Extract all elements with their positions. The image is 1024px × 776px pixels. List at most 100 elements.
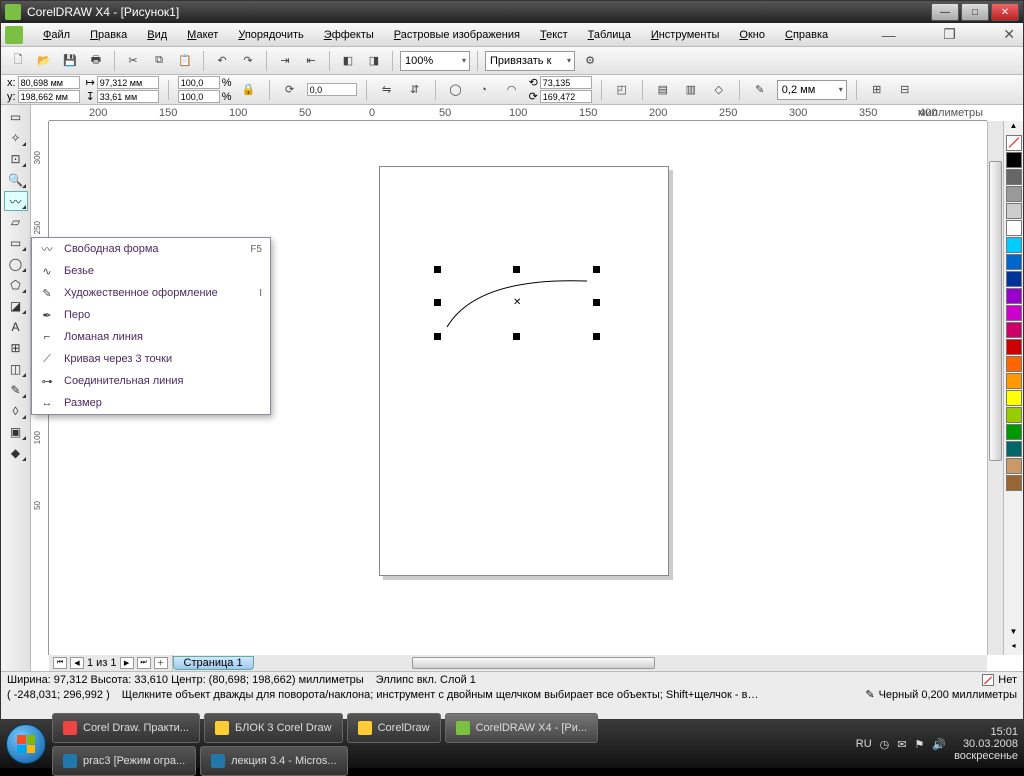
tray-icon3[interactable]: ⚑ bbox=[914, 738, 924, 751]
task-3[interactable]: CorelDraw bbox=[347, 713, 441, 743]
task-5[interactable]: prac3 [Режим огра... bbox=[52, 746, 196, 776]
crop-tool[interactable]: ⊡ bbox=[4, 149, 28, 169]
angle-input[interactable]: 0,0 bbox=[307, 83, 357, 96]
save-button[interactable]: 💾 bbox=[59, 50, 81, 72]
flyout-item-3[interactable]: ✒Перо bbox=[32, 304, 270, 326]
task-2[interactable]: БЛОК 3 Corel Draw bbox=[204, 713, 343, 743]
selection[interactable]: ✕ bbox=[437, 269, 597, 337]
extra1-button[interactable]: ⊞ bbox=[866, 79, 888, 101]
launch-button[interactable]: ◧ bbox=[337, 50, 359, 72]
arc-end-input[interactable]: 169,472 bbox=[540, 90, 592, 103]
swatch-10[interactable] bbox=[1006, 322, 1022, 338]
task-1[interactable]: Corel Draw. Практи... bbox=[52, 713, 200, 743]
outline-width-combo[interactable]: 0,2 мм bbox=[777, 80, 847, 100]
swatch-7[interactable] bbox=[1006, 271, 1022, 287]
swatch-9[interactable] bbox=[1006, 305, 1022, 321]
tray-icon2[interactable]: ✉ bbox=[897, 738, 906, 751]
x-input[interactable]: 80,698 мм bbox=[18, 76, 80, 89]
print-button[interactable]: 🖶 bbox=[85, 50, 107, 72]
swatch-15[interactable] bbox=[1006, 407, 1022, 423]
arc-start-input[interactable]: 73,135 bbox=[540, 76, 592, 89]
page-tab[interactable]: Страница 1 bbox=[173, 656, 254, 670]
swatch-2[interactable] bbox=[1006, 186, 1022, 202]
palette-down[interactable]: ▼ bbox=[1004, 627, 1023, 641]
task-6[interactable]: лекция 3.4 - Micros... bbox=[200, 746, 347, 776]
mirror-v-button[interactable]: ⇵ bbox=[404, 79, 426, 101]
swatch-0[interactable] bbox=[1006, 152, 1022, 168]
rectangle-tool[interactable]: ▭ bbox=[4, 233, 28, 253]
menu-window[interactable]: Окно bbox=[729, 26, 775, 44]
flyout-item-2[interactable]: ✎Художественное оформлениеI bbox=[32, 282, 270, 304]
ellipse-button[interactable]: ◯ bbox=[445, 79, 467, 101]
clock[interactable]: 15:01 30.03.2008 воскресенье bbox=[954, 726, 1018, 762]
swatch-5[interactable] bbox=[1006, 237, 1022, 253]
menu-edit[interactable]: Правка bbox=[80, 26, 137, 44]
menu-view[interactable]: Вид bbox=[137, 26, 177, 44]
mdi-restore[interactable]: ❐ bbox=[939, 26, 960, 43]
mdi-minimize[interactable]: — bbox=[878, 27, 900, 43]
flyout-item-4[interactable]: ⌐Ломаная линия bbox=[32, 326, 270, 348]
swatch-none[interactable] bbox=[1006, 135, 1022, 151]
zoom-tool[interactable]: 🔍 bbox=[4, 170, 28, 190]
swatch-4[interactable] bbox=[1006, 220, 1022, 236]
palette-up[interactable]: ▲ bbox=[1004, 121, 1023, 135]
swatch-8[interactable] bbox=[1006, 288, 1022, 304]
table-tool[interactable]: ⊞ bbox=[4, 338, 28, 358]
smart-fill-tool[interactable]: ▱ bbox=[4, 212, 28, 232]
swatch-18[interactable] bbox=[1006, 458, 1022, 474]
swatch-11[interactable] bbox=[1006, 339, 1022, 355]
open-button[interactable]: 📂 bbox=[33, 50, 55, 72]
menu-effects[interactable]: Эффекты bbox=[314, 26, 384, 44]
interactive-tool[interactable]: ◫ bbox=[4, 359, 28, 379]
ruler-horizontal[interactable]: 200 150 100 50 0 50 100 150 200 250 300 … bbox=[49, 105, 987, 121]
convert-button[interactable]: ◇ bbox=[708, 79, 730, 101]
freehand-tool[interactable]: 〰 bbox=[4, 191, 28, 211]
tray-volume-icon[interactable]: 🔊 bbox=[932, 738, 946, 751]
menu-layout[interactable]: Макет bbox=[177, 26, 228, 44]
start-button[interactable] bbox=[6, 724, 46, 764]
handle-tc[interactable] bbox=[513, 266, 520, 273]
ellipse-tool[interactable]: ◯ bbox=[4, 254, 28, 274]
flyout-item-0[interactable]: 〰Свободная формаF5 bbox=[32, 238, 270, 260]
swatch-12[interactable] bbox=[1006, 356, 1022, 372]
swatch-3[interactable] bbox=[1006, 203, 1022, 219]
handle-tl[interactable] bbox=[434, 266, 441, 273]
h-input[interactable]: 33,61 мм bbox=[97, 90, 159, 103]
page-first[interactable]: ⏮ bbox=[53, 657, 67, 669]
page-last[interactable]: ⏭ bbox=[137, 657, 151, 669]
text-tool[interactable]: A bbox=[4, 317, 28, 337]
handle-tr[interactable] bbox=[593, 266, 600, 273]
menu-text[interactable]: Текст bbox=[530, 26, 578, 44]
center-marker[interactable]: ✕ bbox=[513, 297, 521, 308]
pick-tool[interactable]: ▭ bbox=[4, 107, 28, 127]
vscroll-thumb[interactable] bbox=[989, 161, 1002, 461]
scaley-input[interactable]: 100,0 bbox=[178, 90, 220, 103]
page-add[interactable]: ＋ bbox=[154, 657, 168, 669]
handle-bl[interactable] bbox=[434, 333, 441, 340]
eyedropper-tool[interactable]: ✎ bbox=[4, 380, 28, 400]
export-button[interactable]: ⇤ bbox=[300, 50, 322, 72]
mirror-h-button[interactable]: ⇋ bbox=[376, 79, 398, 101]
handle-bc[interactable] bbox=[513, 333, 520, 340]
menu-table[interactable]: Таблица bbox=[578, 26, 641, 44]
menu-arrange[interactable]: Упорядочить bbox=[228, 26, 313, 44]
swatch-17[interactable] bbox=[1006, 441, 1022, 457]
menu-file[interactable]: Файл bbox=[33, 26, 80, 44]
redo-button[interactable]: ↷ bbox=[237, 50, 259, 72]
swatch-1[interactable] bbox=[1006, 169, 1022, 185]
wrap-button[interactable]: ◰ bbox=[611, 79, 633, 101]
shape-tool[interactable]: ✧ bbox=[4, 128, 28, 148]
palette-fly[interactable]: ◂ bbox=[1004, 641, 1023, 655]
minimize-button[interactable]: — bbox=[931, 3, 959, 21]
arc-button[interactable]: ◠ bbox=[501, 79, 523, 101]
page-prev[interactable]: ◀ bbox=[70, 657, 84, 669]
swatch-14[interactable] bbox=[1006, 390, 1022, 406]
paste-button[interactable]: 📋 bbox=[174, 50, 196, 72]
welcome-button[interactable]: ◨ bbox=[363, 50, 385, 72]
snap-combo[interactable]: Привязать к bbox=[485, 51, 575, 71]
interactive-fill-tool[interactable]: ◆ bbox=[4, 443, 28, 463]
scalex-input[interactable]: 100,0 bbox=[178, 76, 220, 89]
lock-ratio-button[interactable]: 🔒 bbox=[238, 79, 260, 101]
copy-button[interactable]: ⧉ bbox=[148, 50, 170, 72]
options-button[interactable]: ⚙ bbox=[579, 50, 601, 72]
